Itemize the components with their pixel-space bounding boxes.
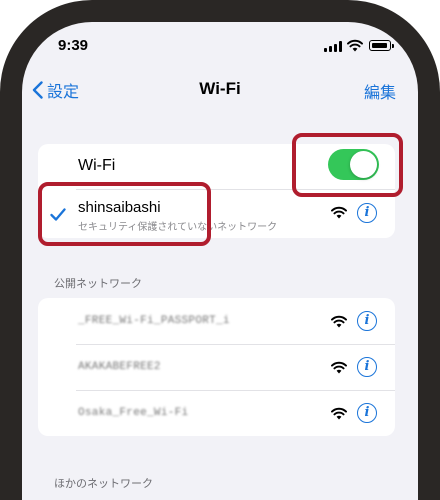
status-time: 9:39 — [58, 37, 89, 54]
battery-icon — [369, 40, 394, 51]
phone-frame: 9:39 設定 Wi-Fi 編集 Wi-Fi shinsaibashi セキュリ… — [0, 0, 440, 500]
wifi-signal-icon — [331, 407, 347, 420]
info-icon[interactable]: i — [357, 357, 377, 377]
page-title: Wi-Fi — [199, 79, 241, 98]
network-row[interactable]: AKAKABEFREE2 i — [38, 345, 395, 390]
info-icon[interactable]: i — [357, 203, 377, 223]
cellular-signal-icon — [324, 41, 342, 52]
section-header-public: 公開ネットワーク — [54, 278, 142, 290]
toggle-highlight-box — [292, 133, 403, 197]
network-highlight-box — [38, 182, 211, 246]
wifi-signal-icon — [331, 315, 347, 328]
network-row[interactable]: _FREE_Wi-Fi_PASSPORT_i i — [38, 298, 395, 344]
section-header-other: ほかのネットワーク — [54, 478, 153, 490]
wifi-toggle-label: Wi-Fi — [78, 157, 116, 174]
network-name: AKAKABEFREE2 — [78, 361, 161, 373]
info-icon[interactable]: i — [357, 311, 377, 331]
network-row[interactable]: Osaka_Free_Wi-Fi i — [38, 391, 395, 436]
network-name: Osaka_Free_Wi-Fi — [78, 407, 189, 419]
screen: 9:39 設定 Wi-Fi 編集 Wi-Fi shinsaibashi セキュリ… — [22, 22, 418, 500]
wifi-signal-icon — [331, 361, 347, 374]
wifi-status-icon — [347, 39, 363, 52]
network-name: _FREE_Wi-Fi_PASSPORT_i — [78, 315, 230, 327]
wifi-signal-icon — [331, 206, 347, 219]
info-icon[interactable]: i — [357, 403, 377, 423]
edit-button[interactable]: 編集 — [364, 79, 396, 103]
public-networks-group: _FREE_Wi-Fi_PASSPORT_i i AKAKABEFREE2 i — [38, 298, 395, 436]
